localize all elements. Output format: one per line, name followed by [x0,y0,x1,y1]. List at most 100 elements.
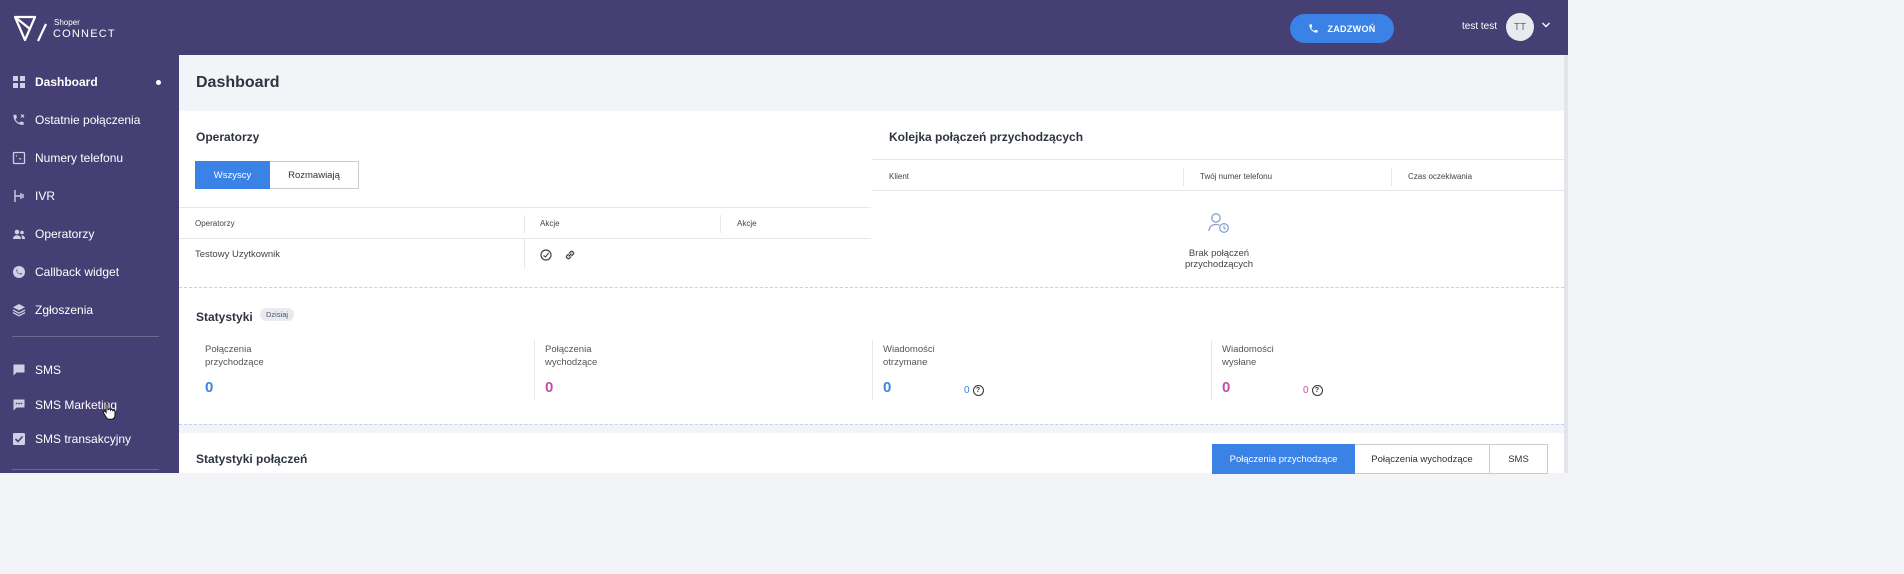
stat-value-outgoing-calls: 0 [545,379,554,396]
call-button-label: ZADZWOŃ [1327,23,1376,34]
operator-name: Testowy Uzytkownik [195,249,280,260]
tab-talking[interactable]: Rozmawiają [270,161,359,189]
col-actions: Akcje [540,219,560,228]
logo-small-text: Shoper [54,17,80,27]
sidebar-item-recent-calls[interactable]: Ostatnie połączenia [0,105,179,135]
sidebar-item-phone-numbers[interactable]: Numery telefonu [0,143,179,173]
stat-label-outgoing-calls: Połączenia wychodzące [545,344,598,368]
sidebar-item-callback-widget[interactable]: Callback widget [0,257,179,287]
tab-sms[interactable]: SMS [1490,444,1548,474]
table-divider [179,238,871,239]
col-wait-time: Czas oczekiwania [1408,172,1473,181]
link-icon[interactable] [564,249,576,261]
col-divider [1183,168,1184,186]
col-divider [524,239,525,269]
user-name[interactable]: test test [1462,21,1497,32]
sms-icon [13,364,25,376]
sidebar-item-sms-marketing[interactable]: SMS Marketing [0,390,179,420]
sidebar-item-tickets[interactable]: Zgłoszenia [0,295,179,325]
stats-period-badge: Dzisiaj [260,308,295,321]
table-divider [179,207,871,208]
sidebar-item-sms-transactional[interactable]: SMS transakcyjny [0,424,179,454]
col-actions-2: Akcje [737,219,757,228]
sidebar-item-label: Zgłoszenia [35,303,94,317]
status-icon[interactable] [540,249,552,261]
call-stats-tabs: Połączenia przychodzące Połączenia wycho… [1212,444,1548,474]
sidebar-item-label: SMS transakcyjny [35,432,132,446]
users-icon [13,229,25,239]
stat-value-received-messages: 0 [883,379,892,396]
stat-divider [872,340,873,400]
layers-icon [12,304,26,317]
avatar[interactable]: TT [1506,13,1534,41]
user-clock-icon [1208,213,1229,233]
stat-label-sent-messages: Wiadomości wysłane [1222,344,1274,368]
sidebar-item-sms[interactable]: SMS [0,355,179,385]
queue-empty-message: Brak połączeń przychodzących [1184,248,1254,270]
sidebar: Dashboard Ostatnie połączenia Numery tel… [0,55,179,473]
stat-label-received-messages: Wiadomości otrzymane [883,344,935,368]
section-divider [179,287,1564,288]
table-divider [872,190,1564,191]
top-bar: Shoper CONNECT ZADZWOŃ test test TT [0,0,1568,55]
stat-sub-value: 0 [1303,385,1309,396]
logo-big-text: CONNECT [53,27,116,40]
tab-all[interactable]: Wszyscy [195,161,270,189]
active-dot [156,80,161,85]
logo-icon [13,15,47,42]
stats-title: Statystyki [196,310,253,324]
col-divider [1391,168,1392,186]
callback-icon [13,266,25,278]
sidebar-item-ivr[interactable]: IVR [0,181,179,211]
sidebar-item-label: Numery telefonu [35,151,124,165]
dashboard-icon [13,76,25,88]
sidebar-item-label: Ostatnie połączenia [35,113,141,127]
tab-outgoing-calls[interactable]: Połączenia wychodzące [1355,444,1490,474]
shoper-connect-logo[interactable]: Shoper CONNECT [13,14,116,44]
stat-sub-sent-messages: 0 ? [1303,385,1323,396]
sms-transactional-icon [13,433,25,445]
operators-title: Operatorzy [196,130,260,144]
phone-calls-icon [13,114,25,125]
hand-cursor-icon [102,402,116,420]
col-divider [720,215,721,233]
stat-sub-value: 0 [964,385,970,396]
col-client: Klient [889,172,910,181]
sms-marketing-icon [13,399,25,411]
sidebar-divider [12,469,159,470]
call-button[interactable]: ZADZWOŃ [1290,14,1394,43]
sidebar-item-label: IVR [35,189,56,203]
sidebar-item-label: Operatorzy [35,227,95,241]
section-divider [179,424,1564,425]
stat-sub-received-messages: 0 ? [964,385,984,396]
scrollbar[interactable] [1564,55,1568,473]
col-divider [524,215,525,233]
sidebar-divider [12,336,159,337]
stat-value-sent-messages: 0 [1222,379,1231,396]
sidebar-item-label: Dashboard [35,75,98,89]
question-icon[interactable]: ? [1311,385,1323,396]
chevron-down-icon[interactable] [1541,20,1551,30]
operators-filter-tabs: Wszyscy Rozmawiają [195,161,359,189]
call-stats-title: Statystyki połączeń [196,452,308,466]
ivr-icon [14,190,24,202]
dashboard-panel: Operatorzy Wszyscy Rozmawiają Operatorzy… [179,111,1564,424]
page-title: Dashboard [196,74,280,91]
table-divider [872,159,1564,160]
stat-divider [534,340,535,400]
tab-incoming-calls[interactable]: Połączenia przychodzące [1212,444,1355,474]
queue-title: Kolejka połączeń przychodzących [889,130,1084,144]
stat-label-incoming-calls: Połączenia przychodzące [205,344,264,368]
phone-number-icon [12,151,26,165]
sidebar-item-dashboard[interactable]: Dashboard [0,67,179,97]
col-your-number: Twój numer telefonu [1200,172,1273,181]
sidebar-item-operators[interactable]: Operatorzy [0,219,179,249]
col-operators: Operatorzy [195,219,235,228]
stat-divider [1211,340,1212,400]
sidebar-item-label: SMS [35,363,62,377]
call-stats-panel: Statystyki połączeń Połączenia przychodz… [179,433,1564,474]
question-icon[interactable]: ? [972,385,984,396]
phone-icon [1309,24,1319,33]
sidebar-item-label: Callback widget [35,265,120,279]
stat-value-incoming-calls: 0 [205,379,214,396]
